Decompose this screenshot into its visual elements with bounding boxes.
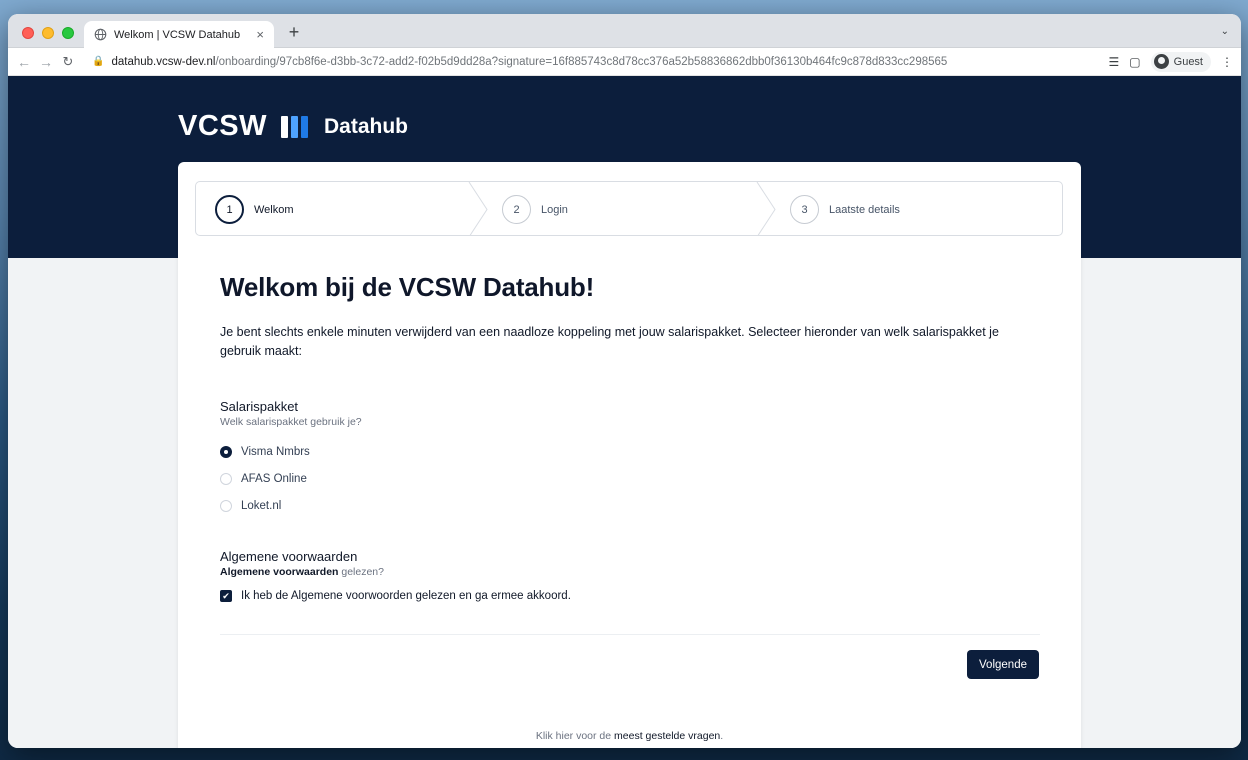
new-tab-button[interactable]: +	[284, 22, 304, 43]
back-arrow-icon[interactable]: ←	[14, 54, 34, 70]
terms-link[interactable]: Algemene voorwaarden	[220, 566, 338, 578]
next-button[interactable]: Volgende	[967, 650, 1039, 679]
step-number: 2	[502, 195, 531, 224]
window-controls	[22, 27, 74, 39]
step-separator	[468, 182, 488, 235]
minimize-window-button[interactable]	[42, 27, 54, 39]
terms-checkbox-label: Ik heb de Algemene voorwoorden gelezen e…	[241, 590, 571, 602]
logo-product: Datahub	[324, 114, 408, 138]
tab-search-chevron-icon[interactable]: ⌄	[1221, 26, 1229, 37]
faq-link[interactable]: meest gestelde vragen	[614, 730, 720, 742]
salary-section: Salarispakket Welk salarispakket gebruik…	[220, 399, 1040, 519]
nav-buttons: ← → ↻	[8, 54, 92, 70]
page-title: Welkom bij de VCSW Datahub!	[220, 272, 595, 302]
radio-button[interactable]	[220, 499, 232, 512]
browser-toolbar: ← → ↻ 🔒 datahub.vcsw-dev.nl /onboarding/…	[8, 48, 1241, 76]
intro-text: Je bent slechts enkele minuten verwijder…	[220, 325, 999, 358]
reload-icon[interactable]: ↻	[58, 54, 78, 70]
stepper: 1 Welkom 2 Login 3 Laatste details	[195, 181, 1063, 236]
maximize-window-button[interactable]	[62, 27, 74, 39]
lock-icon: 🔒	[92, 56, 105, 67]
logo-bars-icon	[281, 115, 308, 138]
address-bar[interactable]: 🔒 datahub.vcsw-dev.nl /onboarding/97cb8f…	[92, 51, 1109, 73]
radio-label: AFAS Online	[241, 472, 307, 485]
terms-section: Algemene voorwaarden Algemene voorwaarde…	[220, 549, 1040, 602]
salary-label: Salarispakket	[220, 399, 299, 414]
logo[interactable]: VCSW Datahub	[178, 110, 408, 143]
radio-option-loket-nl[interactable]: Loket.nl	[220, 492, 1040, 519]
radio-button[interactable]	[220, 472, 232, 485]
url-path: /onboarding/97cb8f6e-d3bb-3c72-add2-f02b…	[215, 55, 948, 68]
toolbar-actions: ☰ ▢ Guest ⋮	[1109, 51, 1241, 72]
tab-strip: Welkom | VCSW Datahub × + ⌄	[8, 14, 1241, 48]
avatar-icon	[1153, 54, 1169, 69]
step-label: Welkom	[254, 203, 294, 216]
terms-help: Algemene voorwaarden gelezen?	[220, 566, 384, 578]
side-panel-icon[interactable]: ▢	[1129, 55, 1140, 69]
forward-arrow-icon[interactable]: →	[36, 54, 56, 70]
step-number: 3	[790, 195, 819, 224]
radio-button[interactable]	[220, 445, 232, 458]
terms-checkbox[interactable]: ✔	[220, 590, 232, 602]
translate-icon[interactable]: ☰	[1109, 55, 1120, 69]
kebab-menu-icon[interactable]: ⋮	[1221, 55, 1233, 69]
terms-checkbox-row[interactable]: ✔ Ik heb de Algemene voorwoorden gelezen…	[220, 590, 1040, 602]
page: VCSW Datahub 1 Welkom 2 Login 3 Laatste …	[8, 76, 1241, 748]
globe-icon	[94, 28, 107, 41]
step-label: Laatste details	[829, 203, 900, 216]
profile-label: Guest	[1173, 55, 1203, 68]
browser-window: Welkom | VCSW Datahub × + ⌄ ← → ↻ 🔒 data…	[8, 14, 1241, 748]
radio-label: Visma Nmbrs	[241, 445, 310, 458]
tab-close-icon[interactable]: ×	[256, 27, 264, 42]
onboarding-card: 1 Welkom 2 Login 3 Laatste details Welko…	[178, 162, 1081, 748]
logo-brand: VCSW	[178, 110, 267, 142]
salary-radio-group: Visma Nmbrs AFAS Online Loket.nl	[220, 438, 1040, 519]
tab-title: Welkom | VCSW Datahub	[114, 28, 241, 41]
radio-label: Loket.nl	[241, 499, 282, 512]
divider	[220, 634, 1040, 635]
faq-footer: Klik hier voor de meest gestelde vragen.	[535, 730, 724, 742]
radio-option-visma-nmbrs[interactable]: Visma Nmbrs	[220, 438, 1040, 465]
step-separator	[756, 182, 776, 235]
step-number: 1	[215, 195, 244, 224]
browser-tab-active[interactable]: Welkom | VCSW Datahub ×	[84, 21, 274, 48]
profile-button[interactable]: Guest	[1150, 51, 1211, 72]
terms-label: Algemene voorwaarden	[220, 549, 358, 564]
radio-option-afas-online[interactable]: AFAS Online	[220, 465, 1040, 492]
form-content: Welkom bij de VCSW Datahub! Je bent slec…	[220, 272, 1040, 602]
step-laatste-details: 3 Laatste details	[790, 182, 900, 235]
step-label: Login	[541, 203, 568, 216]
salary-help: Welk salarispakket gebruik je?	[220, 416, 362, 428]
step-login: 2 Login	[502, 182, 568, 235]
step-welkom: 1 Welkom	[215, 182, 294, 235]
close-window-button[interactable]	[22, 27, 34, 39]
url-host: datahub.vcsw-dev.nl	[111, 55, 216, 68]
